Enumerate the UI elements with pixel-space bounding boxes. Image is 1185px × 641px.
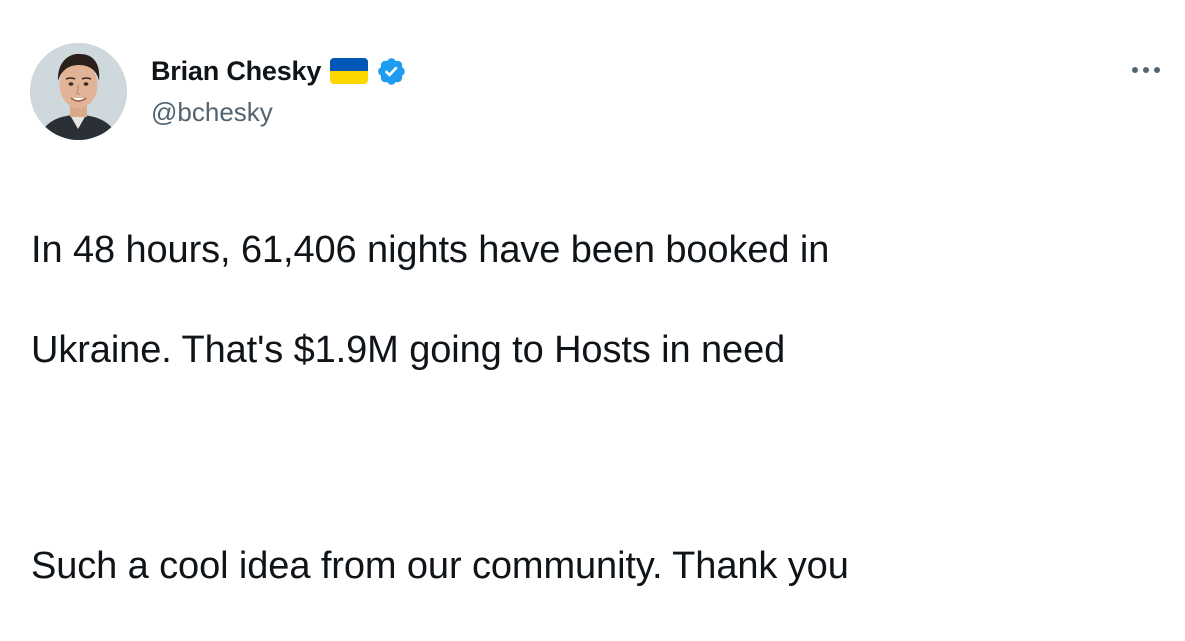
more-options-icon bbox=[1132, 67, 1160, 73]
tweet-text-line: In 48 hours, 61,406 nights have been boo… bbox=[31, 229, 830, 271]
avatar-photo bbox=[30, 43, 127, 140]
tweet-card: Brian Chesky @bchesky In 48 hours, 61,40… bbox=[0, 0, 1185, 587]
verified-badge-icon bbox=[376, 56, 407, 87]
ukraine-flag-icon bbox=[330, 58, 369, 84]
author-handle[interactable]: @bchesky bbox=[151, 97, 273, 128]
more-options-button[interactable] bbox=[1126, 55, 1166, 85]
tweet-text-line: Such a cool idea from our community. Tha… bbox=[31, 545, 849, 587]
author-display-name[interactable]: Brian Chesky bbox=[151, 56, 321, 87]
tweet-text: In 48 hours, 61,406 nights have been boo… bbox=[31, 175, 1151, 641]
tweet-text-line: Ukraine. That's $1.9M going to Hosts in … bbox=[31, 329, 786, 371]
author-name-row: Brian Chesky bbox=[151, 55, 407, 87]
avatar[interactable] bbox=[30, 43, 127, 140]
